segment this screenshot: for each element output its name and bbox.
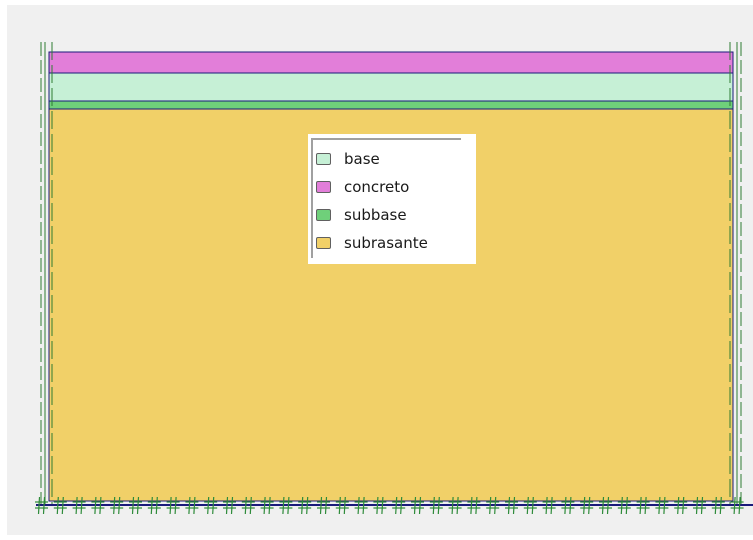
layer-concreto[interactable] (48, 51, 734, 74)
legend: base concreto subbase subrasante (308, 134, 476, 264)
legend-label-base: base (344, 149, 380, 168)
layer-base[interactable] (48, 72, 734, 102)
legend-label-concreto: concreto (344, 177, 410, 196)
legend-item-base: base (316, 145, 428, 173)
legend-item-subrasante: subrasante (316, 229, 428, 257)
legend-item-concreto: concreto (316, 173, 428, 201)
legend-label-subbase: subbase (344, 205, 407, 224)
legend-swatch-base (316, 153, 331, 165)
layer-subbase[interactable] (48, 100, 734, 110)
legend-label-subrasante: subrasante (344, 233, 428, 252)
legend-list: base concreto subbase subrasante (316, 145, 428, 257)
legend-swatch-concreto (316, 181, 331, 193)
legend-frame-left (311, 138, 313, 258)
pavement-section-model (35, 42, 753, 515)
legend-swatch-subbase (316, 209, 331, 221)
legend-frame-top (311, 138, 461, 140)
legend-swatch-subrasante (316, 237, 331, 249)
legend-item-subbase: subbase (316, 201, 428, 229)
